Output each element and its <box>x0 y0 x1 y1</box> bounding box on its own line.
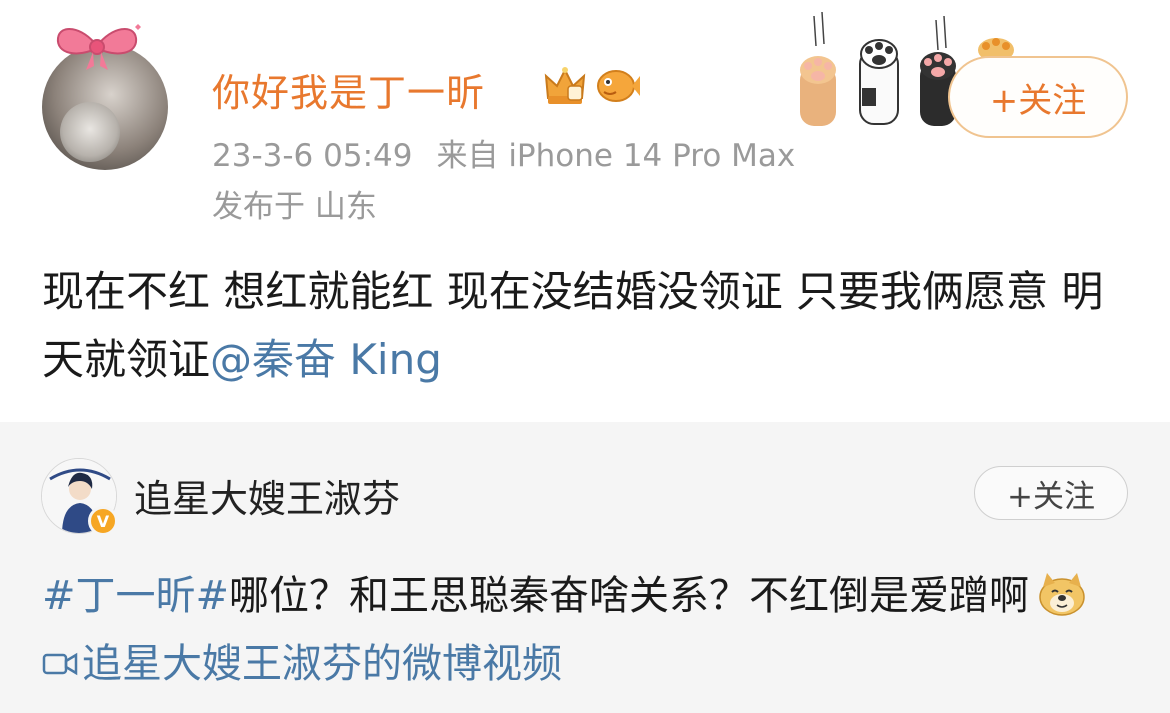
author-name[interactable]: 你好我是丁一昕 <box>212 62 485 117</box>
repost-card[interactable]: V 追星大嫂王淑芬 +关注 #丁一昕#哪位？和王思聪秦奋啥关系？不红倒是爱蹭啊 … <box>0 422 1170 713</box>
mention-link[interactable]: @秦奋 King <box>210 335 442 384</box>
author-avatar[interactable] <box>42 24 168 170</box>
badge-row <box>542 62 640 108</box>
fish-badge-icon[interactable] <box>594 66 640 106</box>
dog-image <box>60 102 120 162</box>
post-timestamp: 23-3-6 05:49 <box>212 138 413 174</box>
hashtag-link[interactable]: #丁一昕# <box>42 573 229 619</box>
post-location: 发布于 山东 <box>212 189 377 225</box>
post-source: 来自 iPhone 14 Pro Max <box>436 138 796 174</box>
video-camera-icon <box>42 652 78 676</box>
follow-button[interactable]: +关注 <box>948 56 1128 138</box>
weibo-post: 你好我是丁一昕 +关注 23-3-6 05:49 来自 iPhone 14 Pr… <box>0 0 1170 422</box>
verified-badge-icon: V <box>88 506 118 536</box>
bow-icon <box>56 24 141 70</box>
video-link[interactable]: 追星大嫂王淑芬的微博视频 <box>82 641 562 687</box>
post-meta: 23-3-6 05:49 来自 iPhone 14 Pro Max <box>212 130 819 175</box>
post-text: 现在不红 想红就能红 现在没结婚没领证 只要我俩愿意 明天就领证 <box>42 267 1104 384</box>
post-content: 现在不红 想红就能红 现在没结婚没领证 只要我俩愿意 明天就领证@秦奋 King <box>42 258 1132 394</box>
repost-text: 哪位？和王思聪秦奋啥关系？不红倒是爱蹭啊 <box>229 573 1030 619</box>
repost-author-name[interactable]: 追星大嫂王淑芬 <box>134 468 400 523</box>
crown-badge-icon[interactable] <box>542 62 588 108</box>
repost-follow-button[interactable]: +关注 <box>974 466 1128 520</box>
repost-content: #丁一昕#哪位？和王思聪秦奋啥关系？不红倒是爱蹭啊 追星大嫂王淑芬的微博视频 <box>42 562 1132 698</box>
doge-emoji-icon <box>1039 573 1085 616</box>
